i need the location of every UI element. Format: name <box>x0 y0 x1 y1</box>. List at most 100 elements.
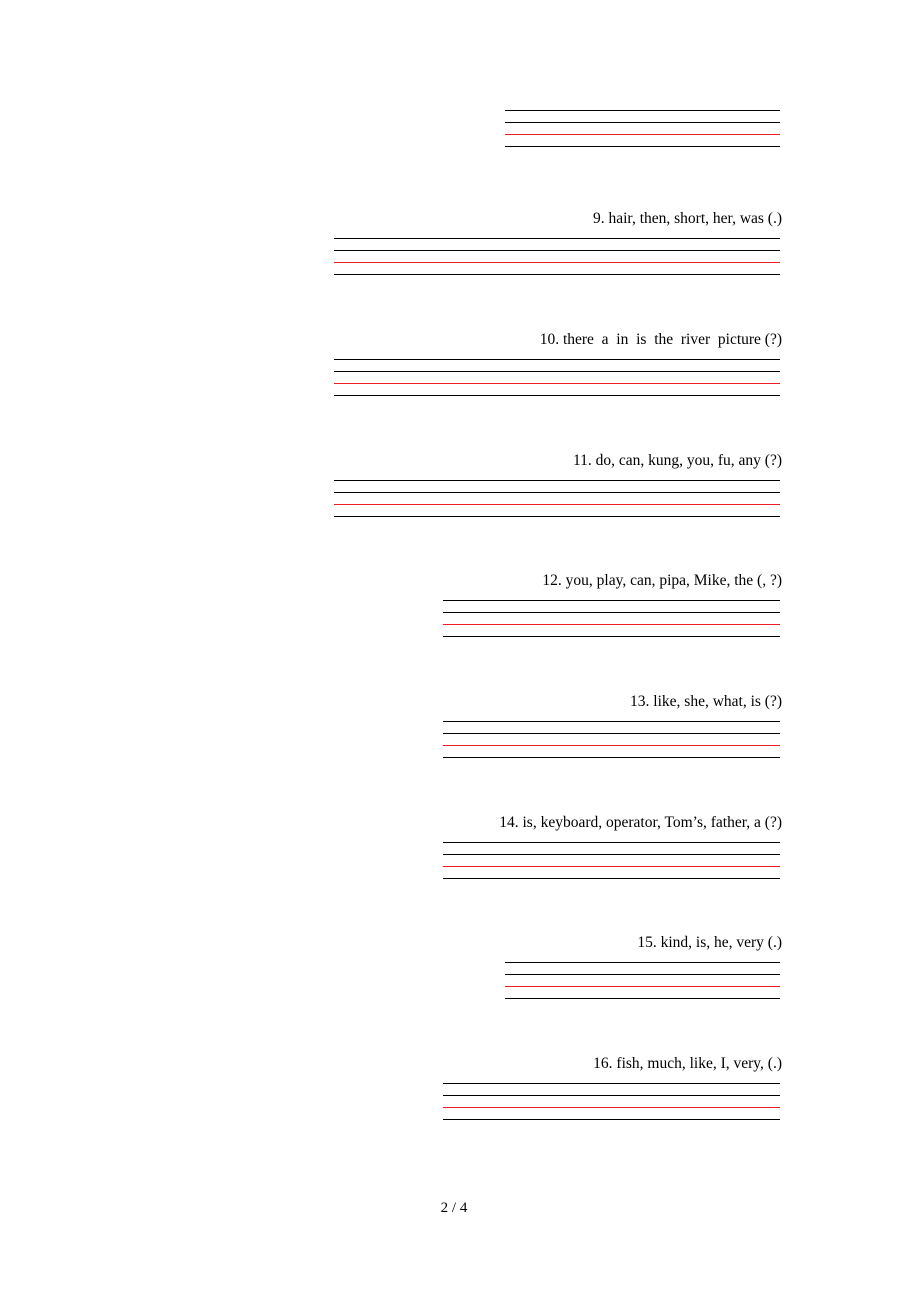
rule-black <box>505 974 780 975</box>
answer-line[interactable] <box>334 492 780 504</box>
rule-red <box>505 134 780 135</box>
page-number: 2 / 4 <box>440 1200 468 1216</box>
item-16: 16. fish, much, like, I, very, (.) <box>0 1055 920 1131</box>
rule-black <box>443 1119 780 1120</box>
worksheet-page: 9. hair, then, short, her, was (.) 10. th… <box>0 0 920 1302</box>
answer-line[interactable] <box>334 359 780 371</box>
rule-red <box>334 383 780 384</box>
rule-black <box>334 359 780 360</box>
answer-line[interactable] <box>505 110 780 122</box>
rule-red <box>505 986 780 987</box>
item-13: 13. like, she, what, is (?) <box>0 693 920 769</box>
rule-black <box>443 1083 780 1084</box>
item-10: 10. there a in is the river picture (?) <box>0 331 920 407</box>
answer-line[interactable] <box>334 480 780 492</box>
answer-lines[interactable] <box>505 962 780 1010</box>
answer-line[interactable] <box>334 504 780 516</box>
answer-line[interactable] <box>505 122 780 134</box>
item-11: 11. do, can, kung, you, fu, any (?) <box>0 452 920 528</box>
rule-black <box>334 492 780 493</box>
answer-lines[interactable] <box>334 480 780 528</box>
rule-black <box>505 962 780 963</box>
answer-line[interactable] <box>334 383 780 395</box>
rule-black <box>443 842 780 843</box>
answer-line[interactable] <box>443 600 780 612</box>
rule-red <box>334 262 780 263</box>
answer-lines[interactable] <box>443 600 780 648</box>
answer-line[interactable] <box>443 612 780 624</box>
rule-black <box>505 998 780 999</box>
answer-line[interactable] <box>505 998 780 1010</box>
answer-lines[interactable] <box>443 721 780 769</box>
answer-line[interactable] <box>443 866 780 878</box>
answer-line[interactable] <box>505 146 780 158</box>
answer-line[interactable] <box>443 854 780 866</box>
page-footer: 2 / 4 <box>0 1200 920 1217</box>
rule-black <box>443 600 780 601</box>
answer-line[interactable] <box>334 516 780 528</box>
answer-line[interactable] <box>443 1095 780 1107</box>
answer-line[interactable] <box>443 745 780 757</box>
rule-black <box>443 612 780 613</box>
rule-red <box>443 745 780 746</box>
rule-black <box>443 721 780 722</box>
rule-black <box>443 1095 780 1096</box>
answer-line[interactable] <box>443 878 780 890</box>
rule-black <box>505 122 780 123</box>
rule-black <box>443 878 780 879</box>
answer-line[interactable] <box>334 274 780 286</box>
rule-red <box>443 624 780 625</box>
rule-red <box>443 1107 780 1108</box>
rule-red <box>334 504 780 505</box>
item-9: 9. hair, then, short, her, was (.) <box>0 210 920 286</box>
rule-black <box>334 250 780 251</box>
item-8-answer-lines <box>0 110 920 158</box>
rule-black <box>334 516 780 517</box>
rule-black <box>443 733 780 734</box>
question-prompt: 9. hair, then, short, her, was (.) <box>592 210 782 227</box>
rule-black <box>443 636 780 637</box>
question-prompt: 14. is, keyboard, operator, Tom’s, fathe… <box>499 814 782 831</box>
question-prompt: 11. do, can, kung, you, fu, any (?) <box>572 452 782 469</box>
answer-line[interactable] <box>443 636 780 648</box>
answer-lines[interactable] <box>443 842 780 890</box>
rule-black <box>334 274 780 275</box>
rule-black <box>505 146 780 147</box>
question-prompt: 12. you, play, can, pipa, Mike, the (, ?… <box>542 572 782 589</box>
item-14: 14. is, keyboard, operator, Tom’s, fathe… <box>0 814 920 890</box>
answer-line[interactable] <box>443 1119 780 1131</box>
rule-black <box>334 395 780 396</box>
answer-lines[interactable] <box>334 238 780 286</box>
answer-line[interactable] <box>505 974 780 986</box>
rule-black <box>443 854 780 855</box>
answer-lines[interactable] <box>505 110 780 158</box>
question-prompt: 15. kind, is, he, very (.) <box>637 934 782 951</box>
answer-lines[interactable] <box>334 359 780 407</box>
answer-line[interactable] <box>505 962 780 974</box>
rule-black <box>334 371 780 372</box>
answer-line[interactable] <box>505 134 780 146</box>
answer-line[interactable] <box>334 238 780 250</box>
answer-line[interactable] <box>505 986 780 998</box>
answer-line[interactable] <box>334 250 780 262</box>
rule-red <box>443 866 780 867</box>
answer-line[interactable] <box>334 371 780 383</box>
answer-line[interactable] <box>443 624 780 636</box>
item-15: 15. kind, is, he, very (.) <box>0 934 920 1010</box>
answer-line[interactable] <box>443 842 780 854</box>
answer-line[interactable] <box>443 721 780 733</box>
answer-line[interactable] <box>443 1107 780 1119</box>
question-prompt: 16. fish, much, like, I, very, (.) <box>593 1055 782 1072</box>
rule-black <box>505 110 780 111</box>
rule-black <box>334 480 780 481</box>
answer-line[interactable] <box>334 395 780 407</box>
answer-line[interactable] <box>443 757 780 769</box>
answer-lines[interactable] <box>443 1083 780 1131</box>
question-prompt: 13. like, she, what, is (?) <box>630 693 782 710</box>
rule-black <box>443 757 780 758</box>
rule-black <box>334 238 780 239</box>
answer-line[interactable] <box>443 733 780 745</box>
question-prompt: 10. there a in is the river picture (?) <box>539 331 782 348</box>
answer-line[interactable] <box>443 1083 780 1095</box>
answer-line[interactable] <box>334 262 780 274</box>
